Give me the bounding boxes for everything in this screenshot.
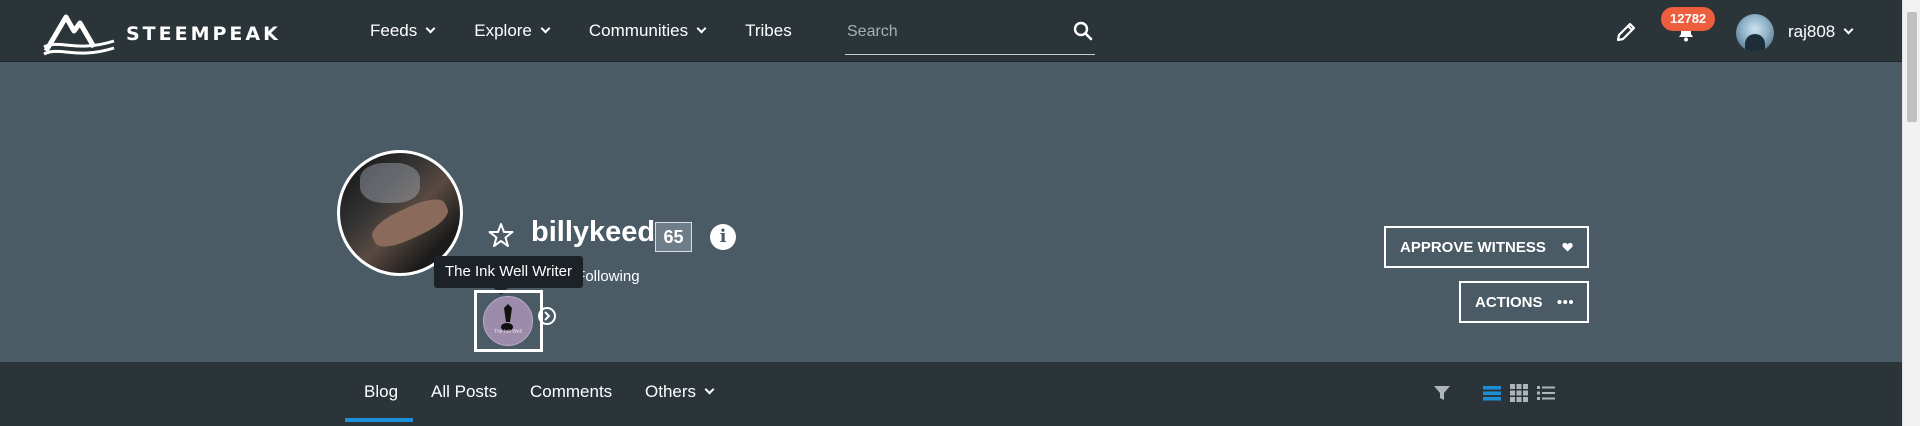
username-label: raj808 <box>1788 22 1836 41</box>
profile-tabs-bar: Blog All Posts Comments Others <box>0 362 1902 426</box>
search-icon[interactable] <box>1073 21 1093 41</box>
community-tooltip: The Ink Well Writer <box>434 256 583 288</box>
logo-text: STEEMPEAK <box>126 23 281 45</box>
notification-count-badge[interactable]: 12782 <box>1661 7 1716 31</box>
scrollbar-thumb[interactable] <box>1907 12 1917 122</box>
chevron-down-icon <box>1843 24 1854 35</box>
approve-witness-button[interactable]: APPROVE WITNESS <box>1384 226 1589 268</box>
tab-blog-label: Blog <box>364 382 399 401</box>
search-bar <box>845 17 1095 55</box>
chevron-down-icon <box>425 23 436 34</box>
profile-cover <box>0 62 1902 362</box>
more-dots-icon <box>1556 299 1573 305</box>
page-scrollbar[interactable] <box>1902 0 1920 426</box>
info-icon[interactable]: i <box>710 224 736 250</box>
community-badge-text: The Ink Well <box>494 329 522 335</box>
search-input[interactable] <box>845 17 1055 47</box>
reputation-badge: 65 <box>655 222 692 252</box>
tab-comments[interactable]: Comments <box>530 362 612 422</box>
compact-list-icon[interactable] <box>1536 383 1556 403</box>
grid-view-icon[interactable] <box>1509 383 1529 403</box>
nav-feeds-label: Feeds <box>370 21 418 40</box>
nav-tribes-label: Tribes <box>745 21 792 40</box>
nav-explore[interactable]: Explore <box>474 21 551 41</box>
nav-communities-label: Communities <box>588 21 689 40</box>
filter-icon[interactable] <box>1432 383 1452 403</box>
chevron-down-icon <box>540 23 551 34</box>
actions-label: ACTIONS <box>1475 293 1543 311</box>
list-view-icon[interactable] <box>1482 383 1502 403</box>
active-tab-indicator <box>345 418 413 422</box>
ink-pen-icon <box>501 304 513 331</box>
chevron-down-icon <box>704 384 715 395</box>
community-badge-frame[interactable]: The Ink Well <box>474 290 543 352</box>
user-avatar[interactable] <box>1736 14 1774 52</box>
chevron-down-icon <box>696 23 707 34</box>
main-nav: Feeds Explore Communities Tribes <box>370 0 832 62</box>
actions-button[interactable]: ACTIONS <box>1459 281 1589 323</box>
nav-explore-label: Explore <box>474 21 532 40</box>
following-label[interactable]: Following <box>576 268 639 285</box>
ink-well-community-badge[interactable]: The Ink Well <box>483 296 533 346</box>
tab-others[interactable]: Others <box>645 362 715 422</box>
tab-comments-label: Comments <box>530 382 613 401</box>
approve-witness-label: APPROVE WITNESS <box>1400 238 1546 256</box>
tab-others-label: Others <box>645 382 697 401</box>
mountain-logo-icon <box>43 14 115 56</box>
profile-username: billykeed <box>531 216 656 248</box>
nav-tribes[interactable]: Tribes <box>745 21 792 41</box>
avatar-highlight <box>360 163 420 203</box>
chevron-right-circle-icon[interactable] <box>537 306 557 326</box>
star-icon[interactable] <box>488 222 514 248</box>
steempeak-logo[interactable]: STEEMPEAK <box>42 8 281 60</box>
user-menu[interactable]: raj808 <box>1788 22 1854 42</box>
top-navbar: STEEMPEAK Feeds Explore Communities Trib… <box>0 0 1902 62</box>
tab-blog[interactable]: Blog <box>364 362 398 422</box>
pencil-icon[interactable] <box>1614 20 1638 44</box>
nav-communities[interactable]: Communities <box>588 21 707 41</box>
tab-all-posts-label: All Posts <box>431 382 498 401</box>
heart-icon <box>1562 242 1573 252</box>
nav-feeds[interactable]: Feeds <box>370 21 436 41</box>
tab-all-posts[interactable]: All Posts <box>431 362 497 422</box>
